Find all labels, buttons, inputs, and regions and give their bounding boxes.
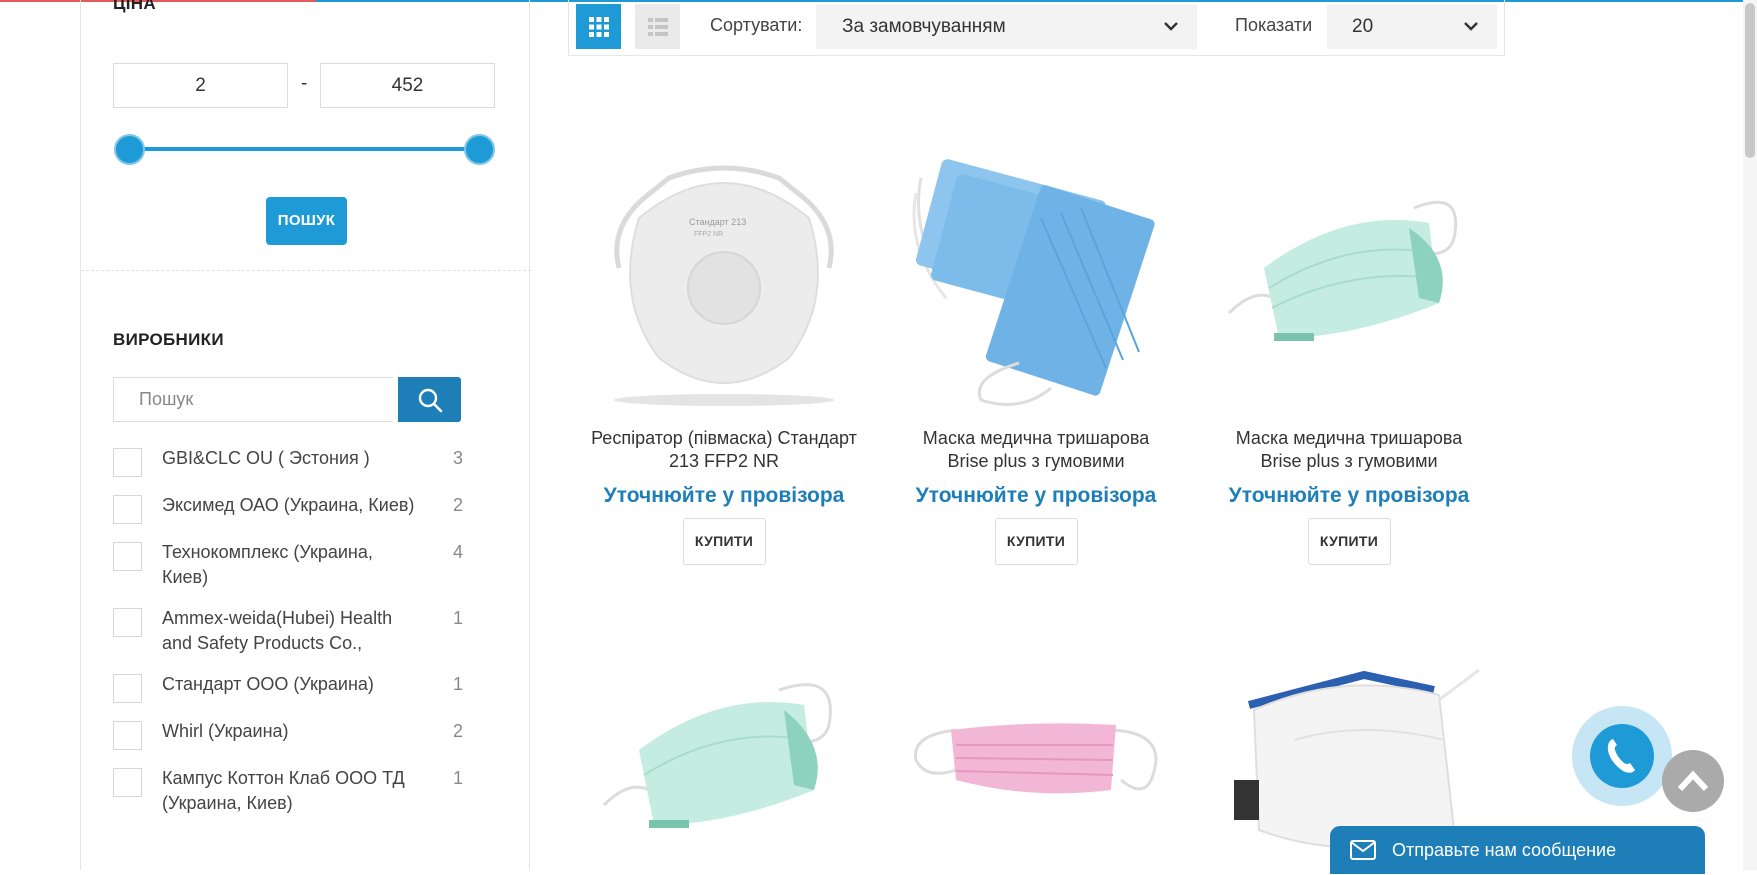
sort-select-value: За замовчуванням (842, 16, 1006, 37)
buy-button[interactable]: КУПИТИ (994, 518, 1078, 565)
list-item[interactable]: Эксимед ОАО (Украина, Киев) 2 (113, 493, 463, 524)
call-widget-button[interactable] (1572, 706, 1672, 806)
product-card[interactable]: Маска медична тришарова Brise plus з гум… (901, 138, 1171, 565)
chevron-up-icon (1677, 770, 1709, 792)
product-image-pink-mask[interactable] (901, 630, 1171, 870)
manufacturer-checkbox[interactable] (113, 721, 142, 750)
product-image-respirator[interactable]: Стандарт 213 FFP2 NR (589, 138, 859, 413)
product-price: Уточнюйте у провізора (1228, 484, 1470, 507)
manufacturers-title: ВИРОБНИКИ (113, 330, 224, 349)
product-image-green-mask[interactable] (1214, 138, 1484, 413)
items-per-page-value: 20 (1352, 16, 1374, 37)
price-range-dash: - (301, 73, 308, 94)
manufacturer-checkbox[interactable] (113, 768, 142, 797)
manufacturer-count: 4 (452, 542, 463, 562)
manufacturer-search-input[interactable]: Пошук (113, 377, 393, 422)
list-item[interactable]: Ammex-weida(Hubei) Health and Safety Pro… (113, 606, 463, 656)
grid-view-button[interactable] (576, 4, 621, 49)
product-card[interactable]: Стандарт 213 FFP2 NR Респіратор (півмаск… (589, 138, 859, 565)
manufacturer-count: 1 (452, 674, 463, 694)
scroll-to-top-button[interactable] (1662, 750, 1724, 812)
manufacturer-label: Whirl (Украина) (162, 721, 289, 741)
product-card[interactable]: Маска медична тришарова Brise plus з гум… (1214, 138, 1484, 565)
manufacturer-label: Стандарт ООО (Украина) (162, 674, 374, 694)
manufacturer-label: Эксимед ОАО (Украина, Киев) (162, 495, 415, 515)
product-card[interactable] (901, 630, 1171, 870)
price-max-input[interactable]: 452 (320, 63, 495, 108)
list-item[interactable]: Кампус Коттон Клаб ООО ТД (Украина, Киев… (113, 766, 463, 816)
product-price: Уточнюйте у провізора (603, 484, 845, 507)
manufacturer-count: 3 (452, 448, 463, 468)
manufacturer-checkbox[interactable] (113, 542, 142, 571)
manufacturer-count: 1 (452, 608, 463, 628)
chat-widget-label: Отправьте нам сообщение (1392, 839, 1617, 860)
manufacturer-list: GBI&CLC OU ( Эстония ) 3 Эксимед ОАО (Ук… (113, 446, 463, 829)
price-slider-min-handle[interactable] (114, 134, 145, 165)
manufacturer-checkbox[interactable] (113, 674, 142, 703)
items-per-page-select[interactable]: 20 (1327, 4, 1497, 49)
search-icon (418, 388, 442, 412)
scrollbar-thumb[interactable] (1745, 3, 1755, 158)
chat-widget-bar[interactable]: Отправьте нам сообщение (1330, 826, 1705, 874)
filter-sidebar: ЦІНА 2 - 452 ПОШУК ВИРОБНИКИ Пошук GBI&C… (80, 0, 531, 870)
product-image-blue-masks[interactable] (901, 138, 1171, 413)
buy-button[interactable]: КУПИТИ (1307, 518, 1391, 565)
product-name[interactable]: Респіратор (півмаска) Стандарт 213 FFP2 … (589, 427, 859, 473)
manufacturer-label: GBI&CLC OU ( Эстония ) (162, 448, 370, 468)
manufacturer-label: Кампус Коттон Клаб ООО ТД (Украина, Киев… (162, 768, 405, 813)
product-name[interactable]: Маска медична тришарова Brise plus з гум… (901, 427, 1171, 473)
price-search-button[interactable]: ПОШУК (266, 197, 347, 245)
buy-button[interactable]: КУПИТИ (682, 518, 766, 565)
show-label: Показати (1235, 15, 1313, 35)
manufacturer-count: 1 (452, 768, 463, 788)
manufacturer-checkbox[interactable] (113, 495, 142, 524)
manufacturer-label: Ammex-weida(Hubei) Health and Safety Pro… (162, 608, 393, 653)
manufacturer-count: 2 (452, 495, 463, 515)
sort-select[interactable]: За замовчуванням (816, 4, 1197, 49)
list-item[interactable]: GBI&CLC OU ( Эстония ) 3 (113, 446, 463, 477)
list-view-button[interactable] (635, 4, 680, 49)
price-slider-max-handle[interactable] (464, 134, 495, 165)
manufacturer-count: 2 (452, 721, 463, 741)
svg-text:FFP2 NR: FFP2 NR (694, 231, 723, 238)
phone-icon (1607, 739, 1635, 773)
product-price: Уточнюйте у провізора (915, 484, 1157, 507)
price-min-input[interactable]: 2 (113, 63, 288, 108)
price-filter-title: ЦІНА (113, 0, 156, 13)
list-item[interactable]: Стандарт ООО (Украина) 1 (113, 672, 463, 703)
price-slider-track[interactable] (128, 147, 479, 151)
manufacturer-search-button[interactable] (398, 377, 461, 422)
product-image-green-mask[interactable] (589, 630, 859, 870)
list-item[interactable]: Технокомплекс (Украина, Киев) 4 (113, 540, 463, 590)
product-card[interactable] (589, 630, 859, 870)
sort-label: Сортувати: (710, 15, 803, 35)
manufacturer-label: Технокомплекс (Украина, Киев) (162, 542, 373, 587)
svg-text:Стандарт 213: Стандарт 213 (689, 217, 746, 227)
product-name[interactable]: Маска медична тришарова Brise plus з гум… (1214, 427, 1484, 473)
envelope-icon (1350, 840, 1376, 860)
manufacturer-checkbox[interactable] (113, 448, 142, 477)
chevron-down-icon (1164, 22, 1178, 31)
list-icon (647, 17, 668, 36)
manufacturer-checkbox[interactable] (113, 608, 142, 637)
catalog-toolbar: Сортувати: За замовчуванням Показати 20 (568, 0, 1505, 56)
list-item[interactable]: Whirl (Украина) 2 (113, 719, 463, 750)
chevron-down-icon (1464, 22, 1478, 31)
grid-icon (588, 16, 609, 37)
page-scrollbar[interactable] (1743, 0, 1757, 870)
sidebar-divider (81, 270, 531, 271)
